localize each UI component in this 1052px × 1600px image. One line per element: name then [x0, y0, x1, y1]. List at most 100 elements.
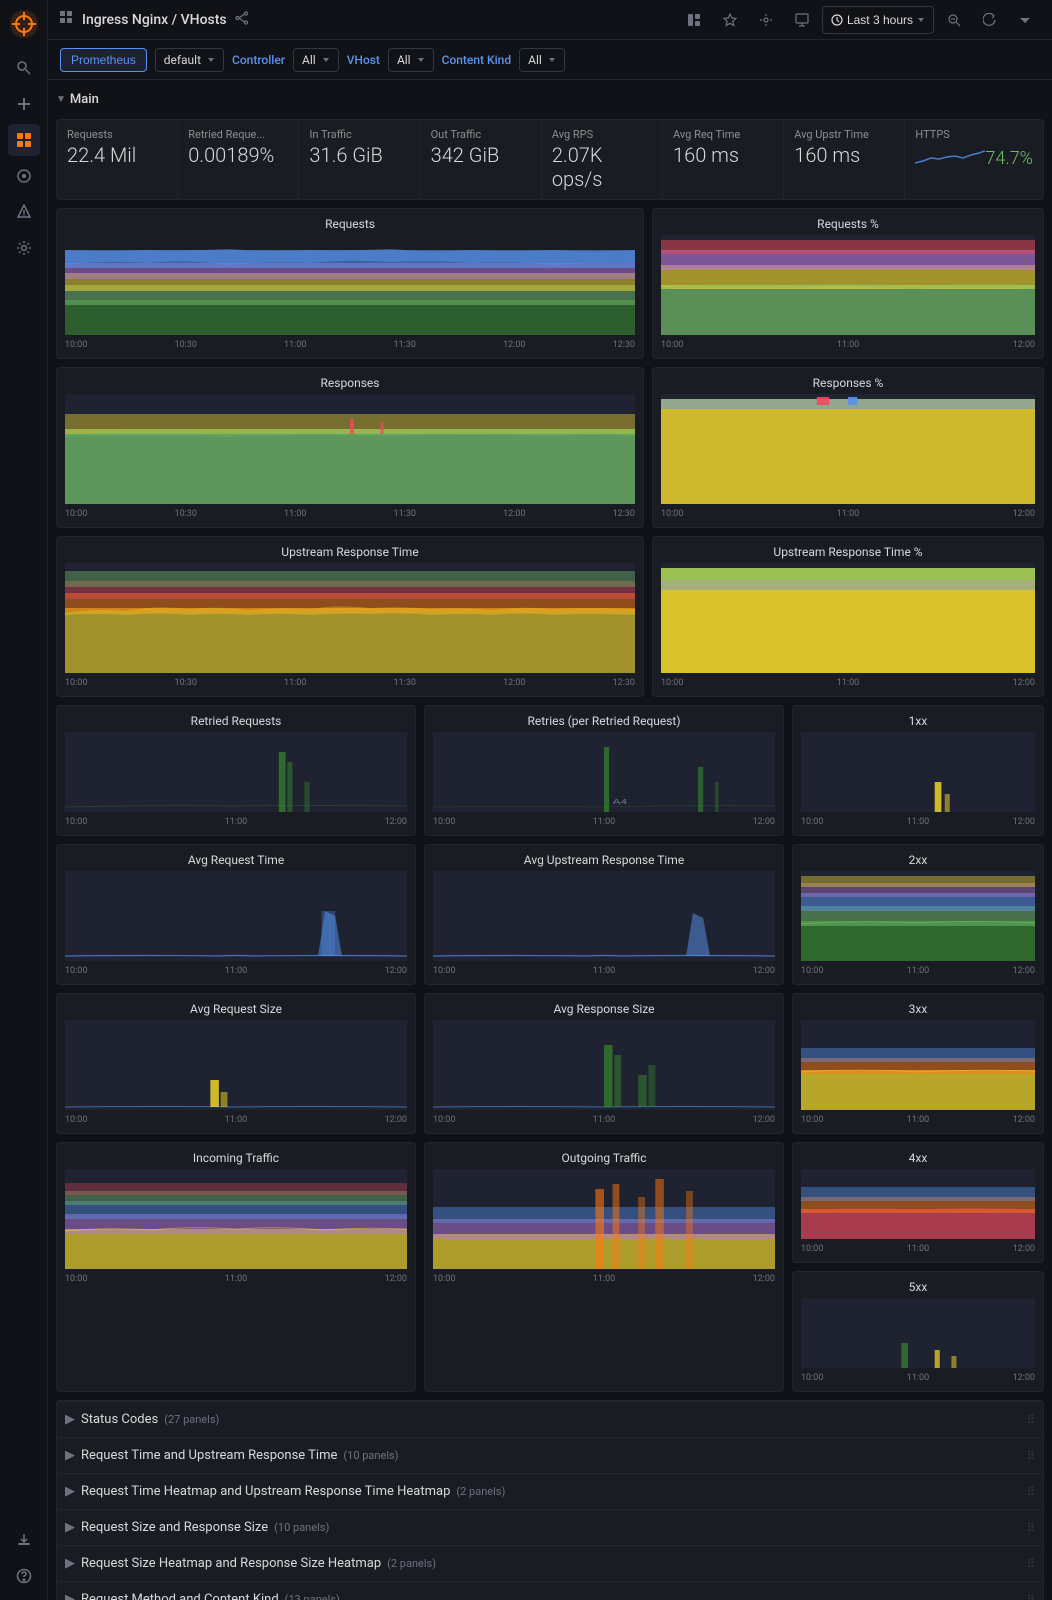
resp-size-svg [433, 1020, 775, 1110]
sidebar-item-explore[interactable] [8, 160, 40, 192]
x-axis: 10:00 11:00 12:00 [433, 966, 775, 976]
x-axis: 10:00 11:00 12:00 [661, 340, 1035, 350]
upstream-response-time-chart: Upstream Response Time 10:00 10:30 11:00… [56, 536, 644, 697]
share-icon[interactable] [235, 11, 249, 28]
responses-pct-chart: Responses % 10:00 11:00 12:00 [652, 367, 1044, 528]
controller-label: Controller [232, 53, 285, 67]
refresh-btn[interactable] [974, 6, 1006, 34]
stat-value: 0.00189% [188, 143, 288, 167]
drag-handle: ⠿ [1026, 1557, 1035, 1571]
stat-card-rps: Avg RPS 2.07K ops/s [542, 120, 662, 199]
panel-layout-btn[interactable] [678, 6, 710, 34]
5xx-svg [801, 1298, 1035, 1368]
sidebar-item-dashboards[interactable] [8, 124, 40, 156]
main-content: Ingress Nginx / VHosts Last 3 hours [48, 0, 1052, 1600]
x-axis: 10:00 11:00 12:00 [433, 817, 775, 827]
main-section-header[interactable]: ▼ Main [56, 88, 1044, 111]
incoming-svg [65, 1169, 407, 1269]
charts-row-6: Avg Request Size 10:00 11:00 12:00 Avg R… [56, 993, 1044, 1134]
stat-value: 160 ms [794, 143, 894, 167]
responses-svg [65, 394, 635, 504]
charts-row-2: Responses 10:00 10:30 11:00 11:30 12:00 [56, 367, 1044, 528]
section-chevron: ▼ [56, 94, 66, 105]
sidebar [0, 0, 48, 1600]
upstream-response-time-pct-chart: Upstream Response Time % 10:00 11:00 12:… [652, 536, 1044, 697]
requests-pct-svg [661, 235, 1035, 335]
stat-value: 2.07K ops/s [552, 143, 652, 191]
controller-filter[interactable]: All [293, 48, 339, 72]
default-filter[interactable]: default [155, 48, 224, 72]
responses-chart: Responses 10:00 10:30 11:00 11:30 12:00 [56, 367, 644, 528]
sidebar-item-import[interactable] [8, 1524, 40, 1556]
more-btn[interactable] [1010, 6, 1040, 34]
avg-request-time-chart: Avg Request Time 10:00 11:00 12:00 [56, 844, 416, 985]
stat-card-https: HTTPS 74.7% [905, 120, 1043, 199]
avg-request-size-chart: Avg Request Size 10:00 11:00 12:00 [56, 993, 416, 1134]
zoom-out-btn[interactable] [938, 6, 970, 34]
sidebar-item-search[interactable] [8, 52, 40, 84]
4xx-5xx-column: 4xx 10:00 11:00 12:00 5xx [792, 1142, 1044, 1392]
sidebar-item-alerts[interactable] [8, 196, 40, 228]
datasource-btn[interactable]: Prometheus [60, 48, 147, 72]
upstream-pct-svg [661, 563, 1035, 673]
requests-pct-chart: Requests % 10:00 11:00 12:00 [652, 208, 1044, 359]
status-codes-section[interactable]: ▶ Status Codes (27 panels) ⠿ [57, 1401, 1043, 1437]
req-size-section[interactable]: ▶ Request Size and Response Size (10 pan… [57, 1509, 1043, 1545]
x-axis: 10:00 11:00 12:00 [65, 1115, 407, 1125]
x-axis: 10:00 10:30 11:00 11:30 12:00 12:30 [65, 509, 635, 519]
3xx-chart: 3xx 10:00 11:00 12:00 [792, 993, 1044, 1134]
req-size-heatmap-section[interactable]: ▶ Request Size Heatmap and Response Size… [57, 1545, 1043, 1581]
stat-label: Avg RPS [552, 128, 652, 141]
x-axis: 10:00 11:00 12:00 [801, 1115, 1035, 1125]
stat-value: 342 GiB [431, 143, 531, 167]
3xx-svg [801, 1020, 1035, 1110]
sidebar-item-help[interactable] [8, 1560, 40, 1592]
monitor-btn[interactable] [786, 6, 818, 34]
topbar: Ingress Nginx / VHosts Last 3 hours [48, 0, 1052, 40]
stat-label: Avg Upstr Time [794, 128, 894, 141]
vhost-filter[interactable]: All [388, 48, 434, 72]
x-axis: 10:00 11:00 12:00 [65, 1274, 407, 1284]
requests-svg [65, 235, 635, 335]
charts-row-7: Incoming Traffic 10:00 11:00 12:00 [56, 1142, 1044, 1392]
charts-row-5: Avg Request Time 10:00 11:00 12:00 Avg U… [56, 844, 1044, 985]
stat-label: Retried Reque... [188, 128, 288, 141]
req-method-section[interactable]: ▶ Request Method and Content Kind (13 pa… [57, 1581, 1043, 1600]
chevron-right-icon: ▶ [65, 1484, 75, 1499]
responses-pct-svg [661, 394, 1035, 504]
drag-handle: ⠿ [1026, 1521, 1035, 1535]
x-axis: 10:00 11:00 12:00 [433, 1274, 775, 1284]
stat-card-in-traffic: In Traffic 31.6 GiB [299, 120, 419, 199]
https-sparkline [915, 143, 985, 173]
req-heatmap-section[interactable]: ▶ Request Time Heatmap and Upstream Resp… [57, 1473, 1043, 1509]
sidebar-item-new[interactable] [8, 88, 40, 120]
stat-label: Requests [67, 128, 167, 141]
sidebar-item-settings[interactable] [8, 232, 40, 264]
stat-label: HTTPS [915, 128, 1033, 141]
incoming-traffic-chart: Incoming Traffic 10:00 11:00 12:00 [56, 1142, 416, 1392]
settings-btn[interactable] [750, 6, 782, 34]
time-range-btn[interactable]: Last 3 hours [822, 6, 934, 34]
stat-value: 22.4 Mil [67, 143, 167, 167]
req-time-section[interactable]: ▶ Request Time and Upstream Response Tim… [57, 1437, 1043, 1473]
4xx-svg [801, 1169, 1035, 1239]
charts-row-1: Requests [56, 208, 1044, 359]
svg-text:A4: A4 [613, 798, 628, 806]
x-axis: 10:00 11:00 12:00 [801, 1373, 1035, 1383]
star-btn[interactable] [714, 6, 746, 34]
x-axis: 10:00 10:30 11:00 11:30 12:00 12:30 [65, 678, 635, 688]
avg-response-size-chart: Avg Response Size 10:00 11:00 12:00 [424, 993, 784, 1134]
chart-area: 10:00 10:30 11:00 11:30 12:00 12:30 [65, 235, 635, 350]
app-logo[interactable] [8, 8, 40, 40]
req-size-svg [65, 1020, 407, 1110]
grid-icon [60, 11, 74, 29]
x-axis: 10:00 11:00 12:00 [65, 817, 407, 827]
x-axis: 10:00 11:00 12:00 [433, 1115, 775, 1125]
retried-requests-chart: Retried Requests 10:00 11:00 12:00 [56, 705, 416, 836]
stat-card-retried: Retried Reque... 0.00189% [178, 120, 298, 199]
stat-label: Avg Req Time [673, 128, 773, 141]
retries-svg: A4 [433, 732, 775, 812]
https-value: 74.7% [985, 148, 1033, 169]
page-title: Ingress Nginx / VHosts [82, 12, 227, 28]
content-kind-filter[interactable]: All [519, 48, 565, 72]
